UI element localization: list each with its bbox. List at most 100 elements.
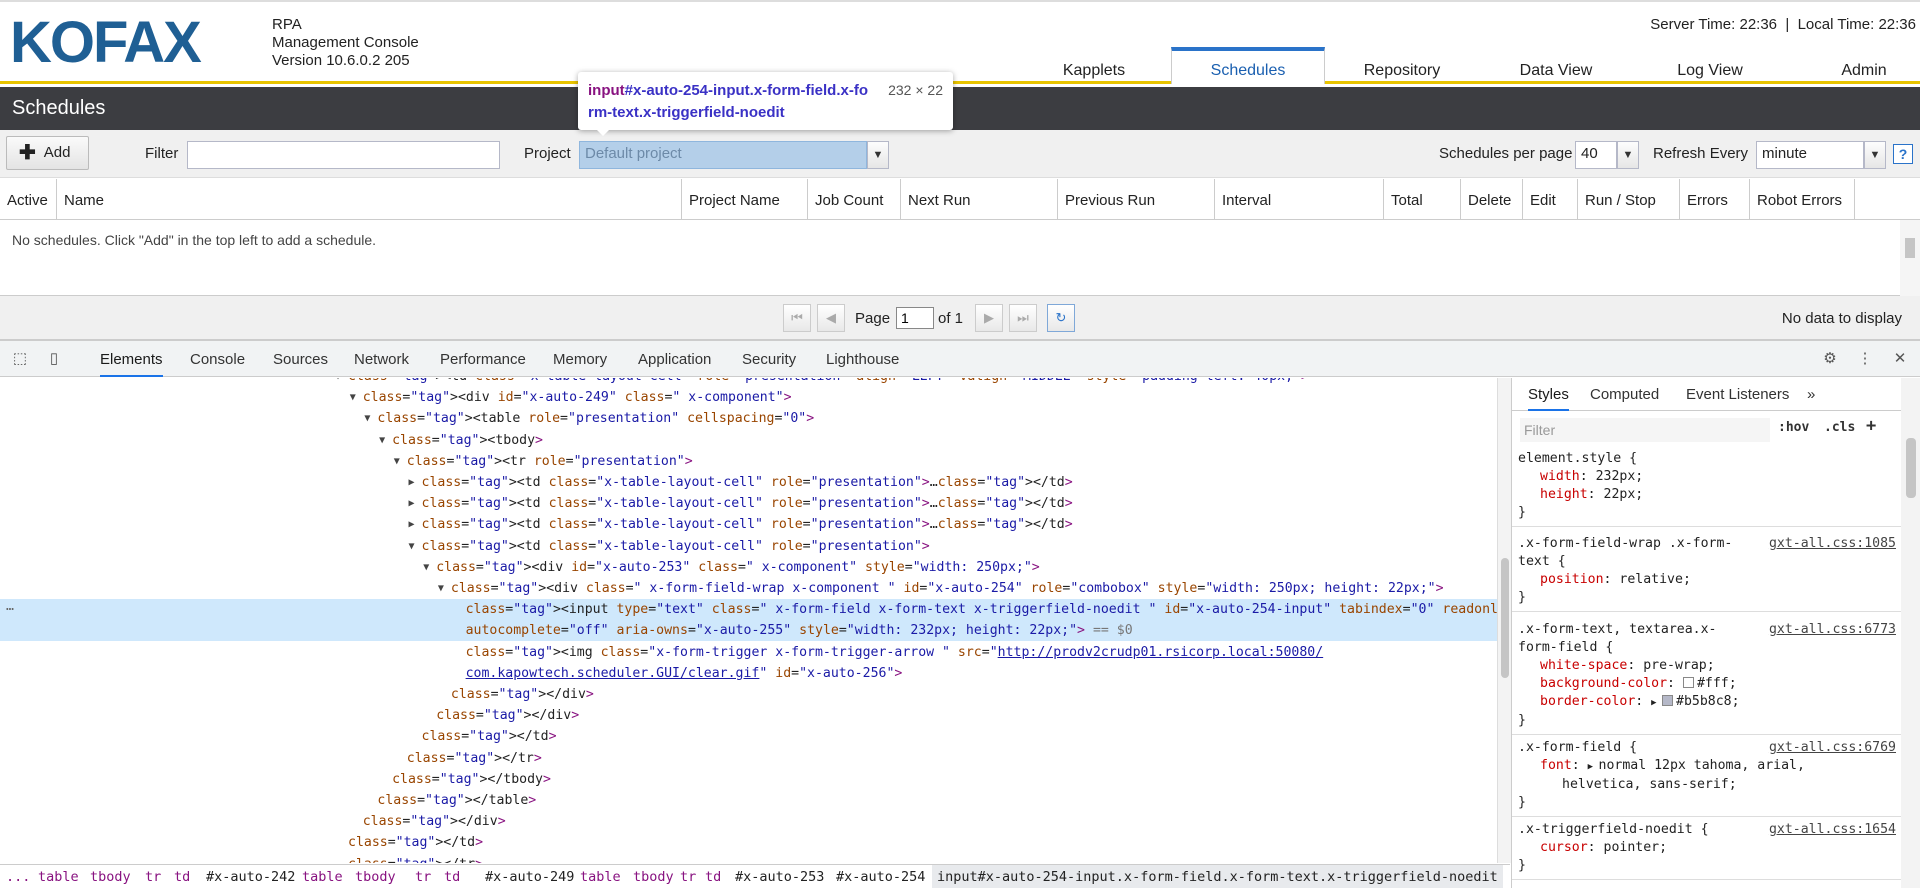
column-header-delete[interactable]: Delete <box>1461 179 1523 220</box>
help-icon[interactable]: ? <box>1893 144 1913 164</box>
expand-triangle-icon[interactable]: ▶ <box>409 514 415 535</box>
devtools-tab-performance[interactable]: Performance <box>440 341 526 377</box>
color-swatch-icon[interactable] <box>1662 695 1674 706</box>
gear-icon[interactable]: ⚙ <box>1820 349 1840 369</box>
grid-scroll-thumb[interactable] <box>1905 238 1915 258</box>
breadcrumb-item[interactable]: #x-auto-249 <box>485 865 574 888</box>
breadcrumb-item[interactable]: table <box>38 865 79 888</box>
nav-tab-kapplets[interactable]: Kapplets <box>1017 47 1171 84</box>
dom-node[interactable]: class="tag"></tbody> <box>0 769 1497 790</box>
collapse-triangle-icon[interactable]: ▼ <box>335 378 341 387</box>
style-property[interactable]: width: 232px; <box>1518 468 1896 486</box>
dom-node[interactable]: ▼ class="tag"><div id="x-auto-249" class=… <box>0 387 1497 408</box>
dom-node[interactable]: ▼ class="tag"><table role="presentation" … <box>0 408 1497 429</box>
style-property[interactable]: border-color: ▶ #b5b8c8; <box>1518 693 1896 712</box>
collapse-triangle-icon[interactable]: ▼ <box>394 451 400 472</box>
dom-node[interactable]: ▶ class="tag"><td class="x-table-layout-c… <box>0 493 1497 514</box>
column-header-interval[interactable]: Interval <box>1215 179 1384 220</box>
collapse-triangle-icon[interactable]: ▼ <box>379 430 385 451</box>
dom-node[interactable]: ▼ class="tag"><div class=" x-form-field-w… <box>0 578 1497 599</box>
dom-node[interactable]: class="tag"></tr> <box>0 748 1497 769</box>
page-number-input[interactable] <box>896 307 934 329</box>
style-property[interactable]: helvetica, sans-serif; <box>1518 776 1896 794</box>
breadcrumb-item[interactable]: tr <box>145 865 161 888</box>
next-page-button[interactable]: ▶ <box>975 304 1003 332</box>
breadcrumb-item[interactable]: ... <box>6 865 30 888</box>
style-property[interactable]: cursor: pointer; <box>1518 839 1896 857</box>
style-property[interactable]: white-space: pre-wrap; <box>1518 657 1896 675</box>
styles-tab-computed[interactable]: Computed <box>1590 378 1659 411</box>
refresh-interval-combo[interactable]: minute <box>1756 141 1864 169</box>
column-header-project-name[interactable]: Project Name <box>682 179 808 220</box>
devtools-tab-network[interactable]: Network <box>354 341 409 377</box>
devtools-tab-memory[interactable]: Memory <box>553 341 607 377</box>
breadcrumb-item[interactable]: input#x-auto-254-input.x-form-field.x-fo… <box>932 865 1503 888</box>
color-swatch-icon[interactable] <box>1682 677 1694 688</box>
column-header-run-stop[interactable]: Run / Stop <box>1578 179 1680 220</box>
devtools-tab-lighthouse[interactable]: Lighthouse <box>826 341 899 377</box>
breadcrumb-item[interactable]: tbody <box>355 865 396 888</box>
collapse-triangle-icon[interactable]: ▼ <box>438 578 444 599</box>
nav-tab-log-view[interactable]: Log View <box>1633 47 1787 84</box>
rule-source-link[interactable]: gxt-all.css:6773 <box>1769 621 1896 639</box>
expand-triangle-icon[interactable]: ▶ <box>409 472 415 493</box>
styles-scrollbar[interactable] <box>1901 378 1920 888</box>
breadcrumb-item[interactable]: #x-auto-254 <box>836 865 925 888</box>
nav-tab-repository[interactable]: Repository <box>1325 47 1479 84</box>
devtools-tab-security[interactable]: Security <box>742 341 796 377</box>
breadcrumb-item[interactable]: #x-auto-253 <box>735 865 824 888</box>
breadcrumb-item[interactable]: tbody <box>90 865 131 888</box>
breadcrumb-item[interactable]: tr <box>680 865 696 888</box>
rule-source-link[interactable]: gxt-all.css:1654 <box>1769 821 1896 839</box>
breadcrumb-item[interactable]: tr <box>415 865 431 888</box>
breadcrumb-item[interactable]: td <box>174 865 190 888</box>
styles-tab-event-listeners[interactable]: Event Listeners <box>1686 378 1789 411</box>
new-rule-button[interactable]: + <box>1866 416 1876 436</box>
grid-scrollbar[interactable] <box>1900 220 1920 296</box>
prev-page-button[interactable]: ◀ <box>817 304 845 332</box>
dom-scrollbar[interactable] <box>1497 378 1511 863</box>
column-header-previous-run[interactable]: Previous Run <box>1058 179 1215 220</box>
collapse-triangle-icon[interactable]: ▼ <box>350 387 356 408</box>
first-page-button[interactable]: ⏮ <box>783 304 811 332</box>
column-header-robot-errors[interactable]: Robot Errors <box>1750 179 1855 220</box>
expand-triangle-icon[interactable]: ▶ <box>409 493 415 514</box>
project-combo-input[interactable]: Default project <box>579 141 867 169</box>
last-page-button[interactable]: ⏭ <box>1009 304 1037 332</box>
dom-node[interactable]: class="tag"></table> <box>0 790 1497 811</box>
rule-source-link[interactable]: gxt-all.css:6769 <box>1769 739 1896 757</box>
breadcrumb-item[interactable]: table <box>302 865 343 888</box>
devtools-tab-application[interactable]: Application <box>638 341 711 377</box>
styles-tab-more[interactable]: » <box>1807 378 1815 411</box>
column-header-errors[interactable]: Errors <box>1680 179 1750 220</box>
add-schedule-button[interactable]: ✚ Add <box>6 136 89 170</box>
style-property[interactable]: height: 22px; <box>1518 486 1896 504</box>
dom-node[interactable]: class="tag"></div> <box>0 684 1497 705</box>
column-header-name[interactable]: Name <box>57 179 682 220</box>
breadcrumb-item[interactable]: #x-auto-242 <box>206 865 295 888</box>
collapse-triangle-icon[interactable]: ▼ <box>409 536 415 557</box>
node-actions-icon[interactable]: … <box>6 599 14 614</box>
dom-node[interactable]: class="tag"></td> <box>0 832 1497 853</box>
column-header-active[interactable]: Active <box>0 179 57 220</box>
dom-node-selected[interactable]: class="tag"><input type="text" class=" x… <box>0 599 1497 621</box>
dom-node[interactable]: ▼class="tag"><td class="x-table-layout-c… <box>0 536 1497 557</box>
nav-tab-admin[interactable]: Admin <box>1787 47 1920 84</box>
style-rule[interactable]: .x-form-text, textarea.x-form-field {gxt… <box>1512 617 1902 735</box>
dom-node[interactable]: ▼ class="tag"><div id="x-auto-253" class=… <box>0 557 1497 578</box>
hover-state-toggle[interactable]: :hov <box>1778 420 1809 435</box>
dom-node[interactable]: ▼class="tag"><td class="x-table-layout-c… <box>0 378 1497 387</box>
refresh-button[interactable]: ↻ <box>1047 304 1075 332</box>
dom-node[interactable]: class="tag"></tr> <box>0 854 1497 863</box>
collapse-triangle-icon[interactable]: ▼ <box>364 408 370 429</box>
column-header-job-count[interactable]: Job Count <box>808 179 901 220</box>
per-page-combo[interactable]: 40 <box>1575 141 1617 169</box>
dom-node[interactable]: ▼ class="tag"><tbody> <box>0 430 1497 451</box>
style-property[interactable]: font: ▶ normal 12px tahoma, arial, <box>1518 757 1896 776</box>
style-property[interactable]: background-color: #fff; <box>1518 675 1896 693</box>
styles-scroll-thumb[interactable] <box>1906 438 1916 498</box>
dom-node-selected[interactable]: autocomplete="off" aria-owns="x-auto-255… <box>0 620 1497 642</box>
inspect-element-icon[interactable]: ⬚ <box>10 349 30 369</box>
dom-node[interactable]: class="tag"></div> <box>0 705 1497 726</box>
dom-node[interactable]: ▶ class="tag"><td class="x-table-layout-c… <box>0 514 1497 535</box>
